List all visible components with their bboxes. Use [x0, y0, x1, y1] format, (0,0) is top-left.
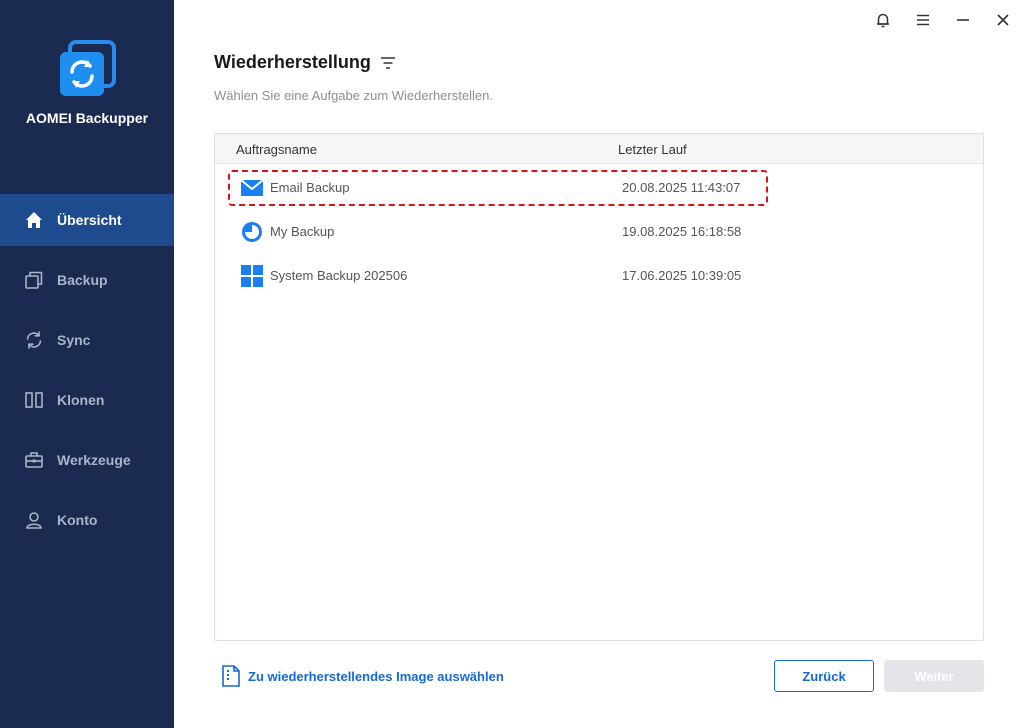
sync-icon	[26, 331, 42, 349]
menu-button[interactable]	[913, 10, 933, 30]
task-name: System Backup 202506	[270, 268, 408, 283]
close-icon	[997, 14, 1009, 26]
back-button[interactable]: Zurück	[774, 660, 874, 692]
minimize-button[interactable]	[953, 10, 973, 30]
sidebar-item-label: Konto	[57, 512, 98, 528]
column-header-last-run: Letzter Lauf	[618, 142, 687, 157]
next-button[interactable]: Weiter	[884, 660, 984, 692]
toolbox-icon	[25, 452, 43, 468]
backup-icon	[25, 271, 43, 289]
minimize-icon	[957, 19, 969, 21]
table-row[interactable]: My Backup 19.08.2025 16:18:58	[215, 209, 983, 253]
sidebar-item-label: Sync	[57, 332, 91, 348]
file-image-icon	[222, 665, 240, 687]
clone-icon	[25, 392, 43, 408]
app-logo-icon	[60, 40, 116, 96]
sidebar-item-label: Werkzeuge	[57, 452, 131, 468]
sidebar-item-label: Backup	[57, 272, 108, 288]
bell-button[interactable]	[873, 10, 893, 30]
task-name: My Backup	[270, 224, 335, 239]
sidebar-nav: Übersicht Backup Sync Klonen Werkzeuge K…	[0, 194, 174, 554]
email-icon	[241, 179, 263, 196]
menu-icon	[917, 14, 929, 26]
title-row: Wiederherstellung	[214, 52, 396, 73]
sidebar: AOMEI Backupper Übersicht Backup Sync Kl…	[0, 0, 174, 728]
select-image-link[interactable]: Zu wiederherstellendes Image auswählen	[222, 665, 504, 687]
table-row[interactable]: System Backup 202506 17.06.2025 10:39:05	[215, 253, 983, 297]
sidebar-item-klonen[interactable]: Klonen	[0, 374, 174, 426]
pie-icon	[242, 222, 262, 242]
sidebar-item-label: Klonen	[57, 392, 105, 408]
task-last-run: 20.08.2025 11:43:07	[622, 180, 741, 195]
windows-icon	[241, 265, 263, 287]
column-header-name: Auftragsname	[236, 142, 317, 157]
sidebar-item-uebersicht[interactable]: Übersicht	[0, 194, 174, 246]
task-name: Email Backup	[270, 180, 350, 195]
user-icon	[26, 512, 42, 529]
filter-icon[interactable]	[380, 55, 396, 71]
task-last-run: 19.08.2025 16:18:58	[622, 224, 742, 239]
sidebar-item-konto[interactable]: Konto	[0, 494, 174, 546]
select-image-label: Zu wiederherstellendes Image auswählen	[248, 668, 504, 684]
sidebar-item-label: Übersicht	[57, 212, 122, 228]
bell-icon	[877, 13, 889, 28]
page-title: Wiederherstellung	[214, 52, 371, 72]
task-last-run: 17.06.2025 10:39:05	[622, 268, 742, 283]
task-table: Auftragsname Letzter Lauf Email Backup 2…	[214, 133, 984, 641]
sidebar-item-werkzeuge[interactable]: Werkzeuge	[0, 434, 174, 486]
table-header: Auftragsname Letzter Lauf	[215, 134, 983, 164]
home-icon	[26, 212, 42, 228]
table-row[interactable]: Email Backup 20.08.2025 11:43:07	[215, 165, 983, 209]
app-name: AOMEI Backupper	[25, 110, 149, 126]
page-subtitle: Wählen Sie eine Aufgabe zum Wiederherste…	[214, 88, 493, 103]
close-button[interactable]	[993, 10, 1013, 30]
sidebar-item-backup[interactable]: Backup	[0, 254, 174, 306]
sidebar-item-sync[interactable]: Sync	[0, 314, 174, 366]
